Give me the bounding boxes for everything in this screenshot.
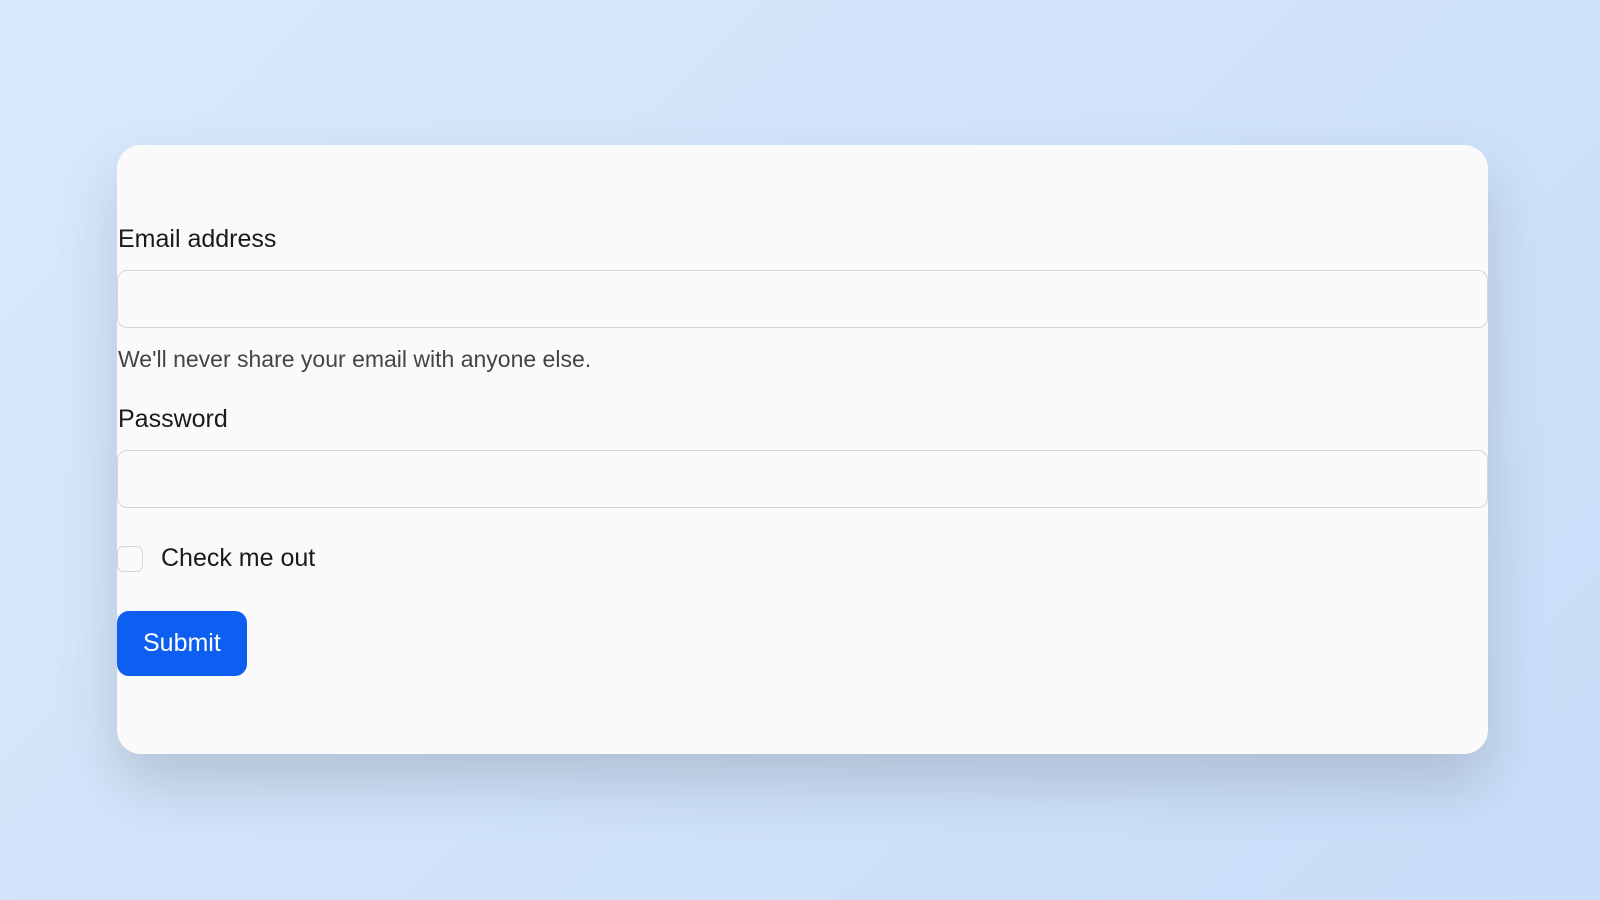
password-input[interactable] xyxy=(117,450,1488,508)
form-card: Email address We'll never share your ema… xyxy=(117,145,1488,754)
email-label: Email address xyxy=(117,225,1488,254)
checkbox-label: Check me out xyxy=(161,544,315,573)
email-input[interactable] xyxy=(117,270,1488,328)
password-label: Password xyxy=(117,405,1488,434)
password-group: Password xyxy=(117,405,1488,508)
checkbox-group: Check me out xyxy=(117,544,1488,573)
checkbox-input[interactable] xyxy=(117,546,143,572)
email-help-text: We'll never share your email with anyone… xyxy=(117,346,1488,373)
email-group: Email address We'll never share your ema… xyxy=(117,225,1488,373)
submit-button[interactable]: Submit xyxy=(117,611,247,676)
